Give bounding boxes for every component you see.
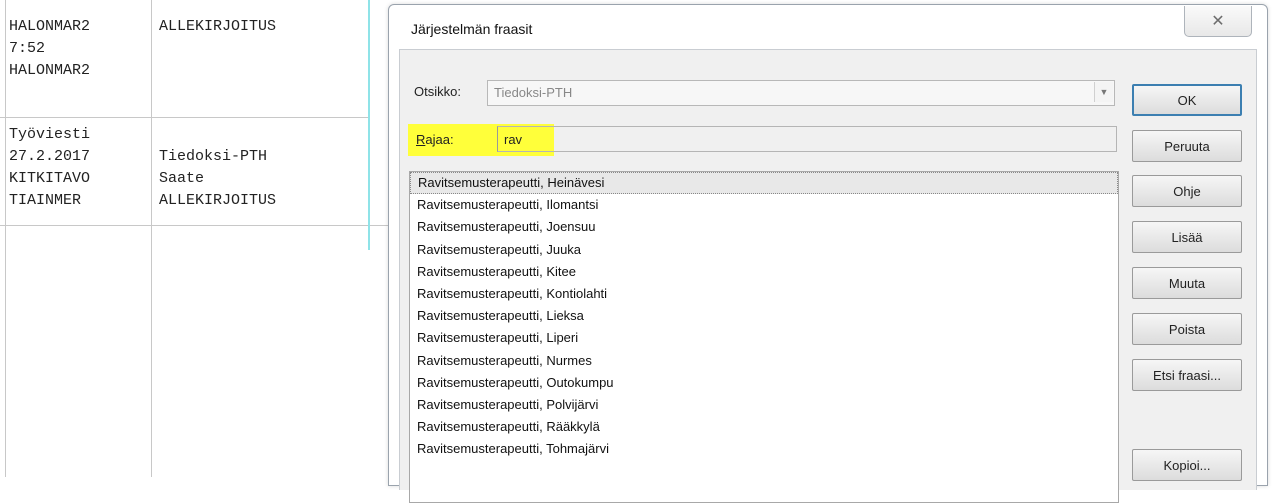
list-item[interactable]: Ravitsemusterapeutti, Kontiolahti (410, 283, 1118, 305)
list-item[interactable]: Ravitsemusterapeutti, Nurmes (410, 350, 1118, 372)
system-phrases-dialog: Järjestelmän fraasit ✕ Otsikko: Tiedoksi… (388, 4, 1268, 503)
chevron-down-icon[interactable]: ▼ (1094, 82, 1113, 102)
table-cell: KITKITAVO (9, 170, 91, 187)
phrase-list[interactable]: Ravitsemusterapeutti, Heinävesi Ravitsem… (409, 171, 1119, 503)
close-button[interactable]: ✕ (1184, 6, 1252, 37)
list-item[interactable]: Ravitsemusterapeutti, Kitee (410, 261, 1118, 283)
muuta-button[interactable]: Muuta (1132, 267, 1242, 299)
otsikko-value: Tiedoksi-PTH (494, 85, 573, 100)
etsi-fraasi-button[interactable]: Etsi fraasi... (1132, 359, 1242, 391)
list-item[interactable]: Ravitsemusterapeutti, Outokumpu (410, 372, 1118, 394)
dialog-title: Järjestelmän fraasit (411, 21, 533, 37)
ohje-button[interactable]: Ohje (1132, 175, 1242, 207)
list-item[interactable]: Ravitsemusterapeutti, Polvijärvi (410, 394, 1118, 416)
table-cell: ALLEKIRJOITUS (159, 192, 277, 209)
rajaa-filter-input[interactable] (497, 126, 1117, 152)
table-cell: TIAINMER (9, 192, 82, 209)
table-cell: Tiedoksi-PTH (159, 148, 268, 165)
list-item[interactable]: Ravitsemusterapeutti, Rääkkylä (410, 416, 1118, 438)
rajaa-label: Rajaa: (416, 132, 454, 147)
list-item[interactable]: Ravitsemusterapeutti, Joensuu (410, 216, 1118, 238)
list-item[interactable]: Ravitsemusterapeutti, Liperi (410, 327, 1118, 349)
table-cell: HALONMAR2 (9, 62, 91, 79)
peruuta-button[interactable]: Peruuta (1132, 130, 1242, 162)
table-cell: ALLEKIRJOITUS (159, 18, 277, 35)
otsikko-label: Otsikko: (414, 84, 461, 99)
table-cell: Saate (159, 170, 205, 187)
list-item[interactable]: Ravitsemusterapeutti, Ilomantsi (410, 194, 1118, 216)
kopioi-button[interactable]: Kopioi... (1132, 449, 1242, 481)
table-cell: HALONMAR2 (9, 18, 91, 35)
dialog-body: Otsikko: Tiedoksi-PTH ▼ Rajaa: Ravitsemu… (399, 49, 1257, 503)
otsikko-combobox[interactable]: Tiedoksi-PTH ▼ (487, 80, 1115, 106)
poista-button[interactable]: Poista (1132, 313, 1242, 345)
table-cell: Työviesti (9, 126, 91, 143)
table-cell: 27.2.2017 (9, 148, 91, 165)
table-cell: 7:52 (9, 40, 46, 57)
list-item[interactable]: Ravitsemusterapeutti, Heinävesi (410, 172, 1118, 195)
column-divider (368, 0, 370, 250)
list-item[interactable]: Ravitsemusterapeutti, Juuka (410, 239, 1118, 261)
close-icon: ✕ (1211, 13, 1225, 30)
ok-button[interactable]: OK (1132, 84, 1242, 116)
lisaa-button[interactable]: Lisää (1132, 221, 1242, 253)
list-item[interactable]: Ravitsemusterapeutti, Lieksa (410, 305, 1118, 327)
list-item[interactable]: Ravitsemusterapeutti, Tohmajärvi (410, 438, 1118, 460)
